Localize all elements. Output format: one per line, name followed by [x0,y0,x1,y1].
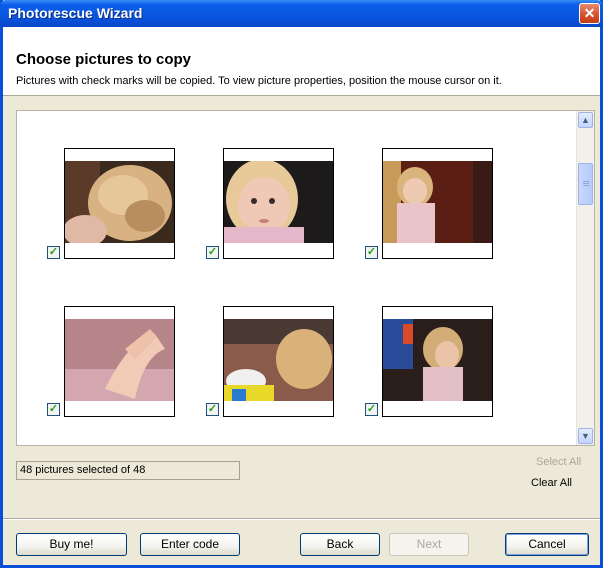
scroll-down-button[interactable]: ▼ [578,428,593,444]
thumbnail-3-checkbox[interactable]: ✓ [365,246,378,259]
thumbnail-photo [383,161,492,243]
thumbnail-1[interactable] [64,148,175,259]
picture-gallery[interactable]: ✓ ✓ ✓ ✓ ✓ ✓ ▲ ▼ [16,110,595,446]
grip-icon [583,181,589,187]
wizard-window: Photorescue Wizard ✕ Choose pictures to … [0,0,603,568]
selection-status: 48 pictures selected of 48 [16,461,240,480]
checkmark-icon: ✓ [207,403,218,415]
checkmark-icon: ✓ [48,246,59,258]
header-panel: Choose pictures to copy Pictures with ch… [3,27,600,96]
clear-all-link[interactable]: Clear All [531,477,572,489]
thumbnail-3[interactable] [382,148,493,259]
checkmark-icon: ✓ [366,403,377,415]
thumbnail-photo [65,319,174,401]
checkmark-icon: ✓ [366,246,377,258]
checkmark-icon: ✓ [48,403,59,415]
thumbnail-photo [224,319,333,401]
close-button[interactable]: ✕ [579,3,600,24]
back-button[interactable]: Back [300,533,380,556]
buy-button[interactable]: Buy me! [16,533,127,556]
thumbnail-6-checkbox[interactable]: ✓ [365,403,378,416]
scroll-thumb[interactable] [578,163,593,205]
thumbnail-photo [224,161,333,243]
thumbnail-5[interactable] [223,306,334,417]
next-button[interactable]: Next [389,533,469,556]
thumbnail-6[interactable] [382,306,493,417]
enter-code-button[interactable]: Enter code [140,533,240,556]
scroll-up-button[interactable]: ▲ [578,112,593,128]
thumbnail-1-checkbox[interactable]: ✓ [47,246,60,259]
chevron-up-icon: ▲ [581,115,590,125]
title-bar[interactable]: Photorescue Wizard ✕ [0,0,603,27]
chevron-down-icon: ▼ [581,431,590,441]
footer-divider [3,518,600,520]
thumbnail-4[interactable] [64,306,175,417]
thumbnail-2-checkbox[interactable]: ✓ [206,246,219,259]
thumbnail-4-checkbox[interactable]: ✓ [47,403,60,416]
checkmark-icon: ✓ [207,246,218,258]
thumbnail-photo [65,161,174,243]
page-heading: Choose pictures to copy [16,51,192,68]
page-instructions: Pictures with check marks will be copied… [16,75,502,87]
window-title: Photorescue Wizard [8,5,143,21]
gallery-scrollbar[interactable]: ▲ ▼ [576,111,594,445]
thumbnail-2[interactable] [223,148,334,259]
cancel-button[interactable]: Cancel [505,533,589,556]
close-icon: ✕ [583,5,596,21]
select-all-link[interactable]: Select All [536,456,581,468]
thumbnail-5-checkbox[interactable]: ✓ [206,403,219,416]
thumbnail-photo [383,319,492,401]
